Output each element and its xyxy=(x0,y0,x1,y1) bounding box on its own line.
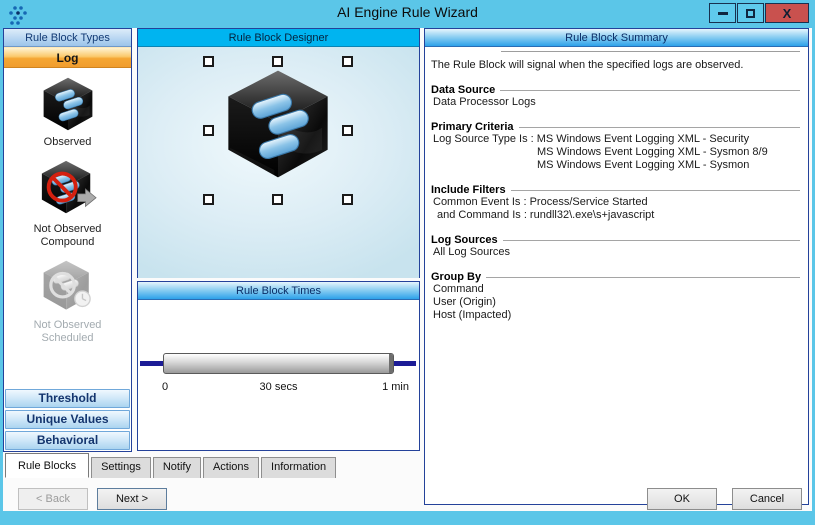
rule-block-type-not-observed-compound[interactable]: Not Observed Compound xyxy=(34,159,102,249)
log-category-button[interactable]: Log xyxy=(4,47,131,68)
tick-label-mid: 30 secs xyxy=(138,381,419,393)
tab-information[interactable]: Information xyxy=(261,457,336,478)
selection-handle[interactable] xyxy=(342,194,353,205)
not-observed-compound-label: Not Observed Compound xyxy=(34,223,102,249)
tab-notify[interactable]: Notify xyxy=(153,457,201,478)
rule-block-summary-body: The Rule Block will signal when the spec… xyxy=(425,47,808,322)
section-heading: Include Filters xyxy=(431,184,506,196)
client-area: Rule Block Types Log O xyxy=(3,28,812,511)
behavioral-category-button[interactable]: Behavioral xyxy=(5,431,130,450)
section-heading: Data Source xyxy=(431,84,495,96)
rule-block-type-list: Observed xyxy=(4,68,131,388)
summary-section-group-by: Group By Command User (Origin) Host (Imp… xyxy=(431,271,800,322)
summary-section-log-sources: Log Sources All Log Sources xyxy=(431,234,800,259)
section-rule xyxy=(500,90,800,96)
selection-handle[interactable] xyxy=(272,56,283,67)
tab-settings[interactable]: Settings xyxy=(91,457,151,478)
summary-section-data-source: Data Source Data Processor Logs xyxy=(431,84,800,109)
selection-handle[interactable] xyxy=(342,125,353,136)
summary-section-primary-criteria: Primary Criteria Log Source Type Is : MS… xyxy=(431,121,800,172)
minimize-button[interactable] xyxy=(709,3,736,23)
rule-block-times-header: Rule Block Times xyxy=(138,282,419,300)
selection-handle[interactable] xyxy=(203,125,214,136)
close-icon: X xyxy=(783,7,792,20)
designer-canvas[interactable] xyxy=(138,47,419,278)
rule-block-times-panel: Rule Block Times 0 30 secs 1 min xyxy=(137,281,420,451)
summary-intro: The Rule Block will signal when the spec… xyxy=(431,59,800,72)
summary-line: Log Source Type Is : MS Windows Event Lo… xyxy=(433,133,800,146)
selection-handle[interactable] xyxy=(272,194,283,205)
summary-line: and Command Is : rundll32\.exe\s+javascr… xyxy=(437,209,800,222)
designer-cube-icon[interactable] xyxy=(218,67,338,181)
minimize-icon xyxy=(718,12,728,15)
time-range-slider[interactable] xyxy=(163,353,394,374)
summary-line: Data Processor Logs xyxy=(433,96,800,109)
rule-block-type-not-observed-scheduled[interactable]: Not Observed Scheduled xyxy=(34,259,102,345)
not-observed-scheduled-label: Not Observed Scheduled xyxy=(34,319,102,345)
tab-rule-blocks[interactable]: Rule Blocks xyxy=(5,453,89,478)
slider-tick-labels: 0 30 secs 1 min xyxy=(138,381,419,395)
selection-handle[interactable] xyxy=(342,56,353,67)
section-rule xyxy=(486,277,800,283)
maximize-button[interactable] xyxy=(737,3,764,23)
rule-block-summary-header: Rule Block Summary xyxy=(425,29,808,47)
rule-block-type-observed[interactable]: Observed xyxy=(39,76,97,149)
ai-engine-rule-wizard-window: AI Engine Rule Wizard X Rule Block Types… xyxy=(0,0,815,525)
tab-actions[interactable]: Actions xyxy=(203,457,259,478)
window-controls: X xyxy=(708,3,809,23)
summary-line: Host (Impacted) xyxy=(433,309,800,322)
window-title: AI Engine Rule Wizard xyxy=(0,4,815,20)
selection-box xyxy=(209,62,347,199)
titlebar: AI Engine Rule Wizard X xyxy=(0,0,815,28)
unique-values-category-button[interactable]: Unique Values xyxy=(5,410,130,429)
section-heading: Primary Criteria xyxy=(431,121,514,133)
summary-line: MS Windows Event Logging XML - Sysmon 8/… xyxy=(537,146,800,159)
not-observed-compound-cube-icon xyxy=(37,159,99,219)
not-observed-scheduled-cube-icon xyxy=(39,259,97,315)
section-heading: Log Sources xyxy=(431,234,498,246)
rule-block-designer-panel: Rule Block Designer xyxy=(137,28,420,278)
close-button[interactable]: X xyxy=(765,3,809,23)
back-button: < Back xyxy=(18,488,88,510)
threshold-category-button[interactable]: Threshold xyxy=(5,389,130,408)
summary-line: Command xyxy=(433,283,800,296)
rule-block-types-panel: Rule Block Types Log O xyxy=(3,28,132,452)
observed-cube-icon xyxy=(39,76,97,132)
cancel-button[interactable]: Cancel xyxy=(732,488,802,510)
wizard-tabbar: Rule Blocks Settings Notify Actions Info… xyxy=(5,453,338,478)
summary-line: All Log Sources xyxy=(433,246,800,259)
summary-line: MS Windows Event Logging XML - Sysmon xyxy=(537,159,800,172)
selection-handle[interactable] xyxy=(203,194,214,205)
summary-line: User (Origin) xyxy=(433,296,800,309)
summary-section-include-filters: Include Filters Common Event Is : Proces… xyxy=(431,184,800,222)
rule-block-times-body: 0 30 secs 1 min xyxy=(138,300,419,450)
ok-button[interactable]: OK xyxy=(647,488,717,510)
next-button[interactable]: Next > xyxy=(97,488,167,510)
tick-label-end: 1 min xyxy=(382,381,409,393)
maximize-icon xyxy=(746,9,755,18)
observed-label: Observed xyxy=(44,136,92,149)
summary-line: Common Event Is : Process/Service Starte… xyxy=(433,196,800,209)
section-rule xyxy=(503,240,800,246)
rule-block-types-header: Rule Block Types xyxy=(4,29,131,47)
section-heading: Group By xyxy=(431,271,481,283)
rule-block-designer-header: Rule Block Designer xyxy=(138,29,419,47)
summary-top-rule xyxy=(501,51,800,52)
rule-block-summary-panel: Rule Block Summary The Rule Block will s… xyxy=(424,28,809,505)
selection-handle[interactable] xyxy=(203,56,214,67)
